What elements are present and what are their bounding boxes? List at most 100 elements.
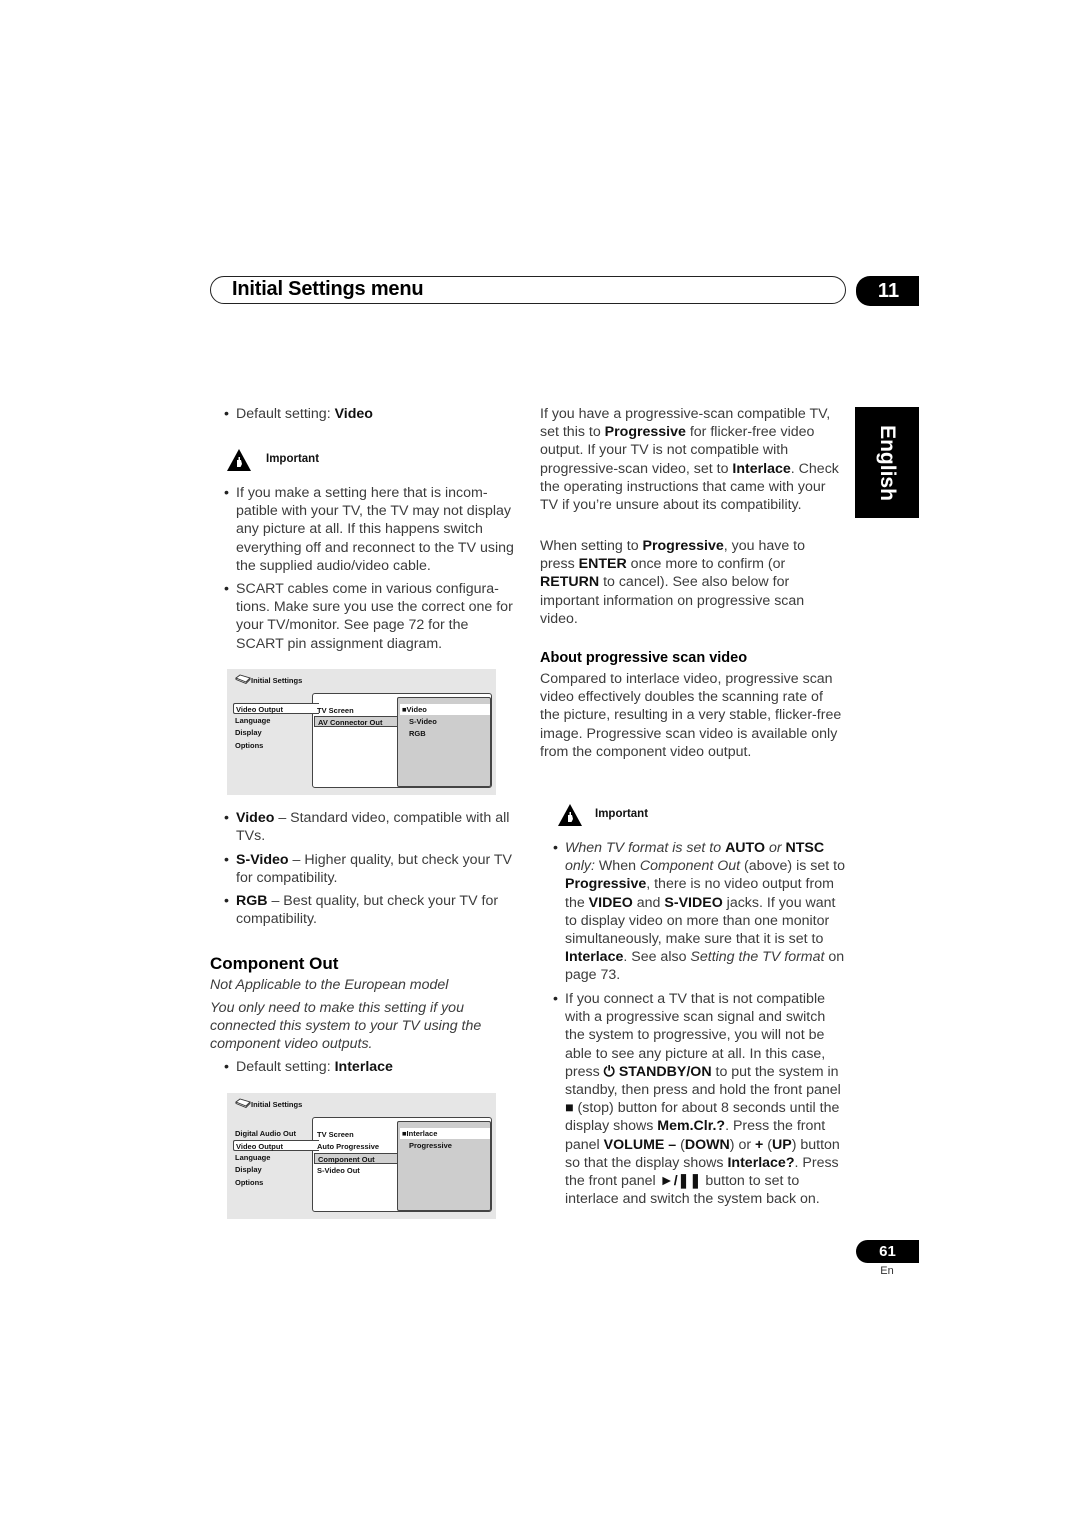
bullet-dot: •	[553, 840, 558, 856]
option-term: Video	[236, 810, 275, 826]
menu-option[interactable]: RGB	[407, 728, 490, 739]
menu-left-item[interactable]: Display	[233, 1164, 319, 1175]
term: Interlace	[732, 460, 791, 477]
menu-left-item[interactable]: Options	[233, 740, 319, 751]
term: Mem.Clr.?	[657, 1118, 726, 1135]
menu-option[interactable]: S-Video	[407, 716, 490, 727]
option-term: RGB	[236, 893, 268, 909]
important-callout-1: Important	[226, 448, 319, 477]
term: ENTER	[578, 556, 627, 573]
cross-reference[interactable]: Setting the TV format	[690, 949, 824, 965]
default-setting-value: Video	[334, 406, 373, 422]
warning-hand-icon	[227, 449, 251, 471]
term: Progressive	[642, 538, 724, 554]
bullet-dot: •	[224, 1059, 229, 1075]
default-setting-label: Default setting:	[236, 406, 335, 422]
option-desc: – Best quality, but check your TV for co…	[236, 893, 499, 928]
menu-option-selected[interactable]: ■Video	[400, 704, 490, 715]
component-out-note: Not Applicable to the European model	[210, 977, 449, 993]
term: S-VIDEO	[664, 894, 723, 911]
chapter-number-tab: 11	[856, 276, 919, 306]
important-bullet-1: • If you make a setting here that is inc…	[224, 484, 514, 575]
option-desc: – Standard video, compatible with all TV…	[236, 810, 510, 845]
important-bullet-reset: • If you connect a TV that is not compat…	[553, 990, 845, 1208]
term: Interlace	[565, 949, 624, 966]
power-icon: ⏻	[603, 1063, 615, 1080]
bullet-dot: •	[224, 581, 229, 597]
text: ) or	[729, 1136, 756, 1153]
menu-left-item[interactable]: Display	[233, 727, 319, 738]
bullet-dot: •	[224, 485, 229, 501]
menu-mid-item[interactable]: S-Video Out	[317, 1165, 360, 1176]
language-code: En	[880, 1265, 894, 1277]
disc-player-icon	[235, 1098, 251, 1108]
menu-left-item[interactable]: Video Output	[233, 1140, 319, 1151]
menu-option-selected[interactable]: ■Interlace	[400, 1128, 490, 1139]
bullet-dot: •	[224, 893, 229, 909]
menu-options-panel: ■Interlace Progressive	[397, 1121, 491, 1211]
text: . See also	[623, 949, 691, 966]
menu-left-item[interactable]: Language	[233, 715, 319, 726]
menu-screenshot-av-connector: Initial Settings Video Output Language D…	[227, 669, 496, 795]
bullet-dot: •	[553, 991, 558, 1007]
term: AUTO	[725, 840, 765, 856]
play-pause-icon: ►/❚❚	[659, 1173, 702, 1190]
text: (above) is set to	[740, 858, 845, 875]
important-callout-2: Important	[557, 803, 648, 832]
default-setting-video: • Default setting: Video	[224, 405, 516, 423]
menu-mid-item[interactable]: Auto Progressive	[317, 1141, 379, 1152]
bullet-dot: •	[224, 810, 229, 826]
default-setting-label: Default setting:	[236, 1059, 335, 1075]
important-bullet-text: If you make a setting here that is incom…	[236, 485, 514, 574]
important-label: Important	[595, 808, 649, 820]
page-title: Initial Settings menu	[232, 278, 424, 300]
menu-screenshot-component-out: Initial Settings Digital Audio Out Video…	[227, 1093, 496, 1219]
warning-hand-icon	[558, 804, 582, 826]
section-heading-about-progressive: About progressive scan video	[540, 650, 748, 666]
menu-left-item[interactable]: Video Output	[233, 703, 319, 714]
important-bullet-2: • SCART cables come in various configura…	[224, 580, 514, 653]
text: only:	[565, 858, 595, 875]
menu-title: Initial Settings	[251, 1100, 303, 1109]
term: DOWN	[684, 1136, 730, 1153]
bullet-dot: •	[224, 852, 229, 868]
option-bullet-svideo: • S-Video – Higher quality, but check yo…	[224, 851, 516, 887]
language-tab-label-wrap: English	[855, 407, 919, 518]
menu-left-item[interactable]: Language	[233, 1152, 319, 1163]
paragraph-progressive-intro: If you have a progressive-scan compatibl…	[540, 405, 842, 514]
bullet-dot: •	[224, 406, 229, 422]
menu-option-label: Video	[406, 705, 427, 714]
menu-options-panel: ■Video S-Video RGB	[397, 697, 491, 787]
term: Progressive	[565, 876, 647, 893]
text: once more to confirm (or	[626, 556, 786, 573]
text: When setting to	[540, 538, 643, 554]
paragraph-progressive-confirm: When setting to Progressive, you have to…	[540, 537, 842, 628]
important-bullet-text: SCART cables come in various configura-t…	[236, 581, 513, 652]
menu-mid-item-selected[interactable]: Component Out	[314, 1153, 398, 1164]
important-label: Important	[266, 453, 320, 465]
menu-mid-item[interactable]: TV Screen	[317, 1129, 354, 1140]
option-term: S-Video	[236, 852, 289, 868]
stop-icon: ■	[565, 1100, 574, 1117]
component-out-intro: You only need to make this setting if yo…	[210, 1000, 482, 1053]
important-bullet-ntsc: • When TV format is set to AUTO or NTSC …	[553, 839, 845, 985]
menu-mid-item-selected[interactable]: AV Connector Out	[314, 716, 398, 727]
disc-player-icon	[235, 674, 251, 684]
default-setting-interlace: • Default setting: Interlace	[224, 1058, 516, 1076]
menu-left-item[interactable]: Digital Audio Out	[233, 1128, 319, 1139]
menu-option[interactable]: Progressive	[407, 1140, 490, 1151]
text: or	[765, 840, 786, 856]
menu-mid-item[interactable]: TV Screen	[317, 705, 354, 716]
term: Progressive	[604, 424, 686, 441]
text: (	[763, 1136, 772, 1153]
option-bullet-rgb: • RGB – Best quality, but check your TV …	[224, 892, 516, 928]
term: STANDBY/ON	[614, 1063, 712, 1080]
menu-option-label: Interlace	[406, 1129, 438, 1138]
term: RETURN	[540, 574, 600, 591]
term: UP	[771, 1136, 792, 1153]
section-heading-component-out: Component Out	[210, 954, 339, 973]
term: VOLUME –	[603, 1136, 677, 1153]
text: and	[632, 894, 665, 911]
menu-left-item[interactable]: Options	[233, 1177, 319, 1188]
text: (	[676, 1136, 685, 1153]
